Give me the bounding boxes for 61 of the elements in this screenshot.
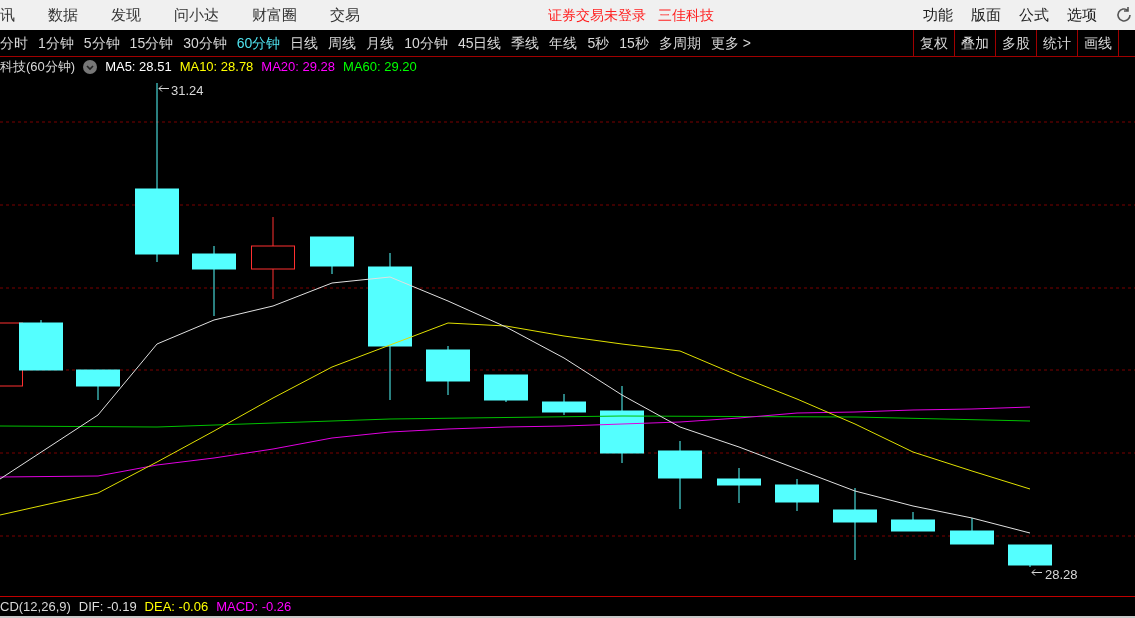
menu-item[interactable]: 数据 xyxy=(48,3,78,27)
candle xyxy=(76,369,120,401)
indicator-value: MA20: 29.28 xyxy=(261,58,336,77)
candle xyxy=(542,393,586,416)
tool-button[interactable]: 多股 xyxy=(996,30,1037,56)
period-tab[interactable]: 10分钟 xyxy=(404,32,448,54)
refresh-icon[interactable] xyxy=(1115,6,1133,24)
menu-item[interactable]: 交易 xyxy=(330,3,360,27)
period-tab[interactable]: 5分钟 xyxy=(83,32,120,54)
menu-item[interactable]: 选项 xyxy=(1067,3,1097,27)
tool-button[interactable]: 叠加 xyxy=(955,30,996,56)
candle xyxy=(1008,544,1052,568)
candle xyxy=(484,374,528,403)
period-tab[interactable]: 分时 xyxy=(0,32,28,54)
indicator-value: DEA: -0.06 xyxy=(144,597,209,616)
candle xyxy=(426,345,470,396)
high-price-label: 31.24 xyxy=(171,82,204,100)
period-tab[interactable]: 5秒 xyxy=(587,32,610,54)
notice-text: 三佳科技 xyxy=(658,5,714,25)
candle xyxy=(775,478,819,512)
period-tab[interactable]: 年线 xyxy=(549,32,578,54)
period-tab[interactable]: 45日线 xyxy=(457,32,502,54)
indicator-value: DIF: -0.19 xyxy=(78,597,137,616)
tool-button[interactable]: 统计 xyxy=(1037,30,1078,56)
menu-item[interactable]: 讯 xyxy=(0,3,15,27)
macd-title: CD(12,26,9) xyxy=(0,597,71,616)
candle xyxy=(310,236,354,275)
candle xyxy=(950,517,994,545)
period-tab[interactable]: 周线 xyxy=(328,32,357,54)
menu-item[interactable]: 问小达 xyxy=(174,3,219,27)
menu-item[interactable]: 发现 xyxy=(111,3,141,27)
menu-item[interactable]: 功能 xyxy=(923,3,953,27)
pointer-arrow-icon xyxy=(158,85,170,92)
menu-item[interactable]: 版面 xyxy=(971,3,1001,27)
chart-title: 科技(60分钟) xyxy=(0,58,76,77)
candle xyxy=(891,511,935,532)
period-tab[interactable]: 1分钟 xyxy=(38,32,74,54)
indicator-value: MACD: -0.26 xyxy=(216,597,292,616)
period-tab[interactable]: 15秒 xyxy=(619,32,649,54)
candle xyxy=(192,245,236,317)
period-tab[interactable]: 30分钟 xyxy=(183,32,227,54)
candle xyxy=(717,467,761,504)
period-tab[interactable]: 更多 > xyxy=(710,32,751,54)
notice-text: 证券交易未登录 xyxy=(548,5,646,25)
candle xyxy=(658,440,702,510)
period-tab[interactable]: 季线 xyxy=(511,32,540,54)
menu-item[interactable]: 公式 xyxy=(1019,3,1049,27)
indicator-value: MA10: 28.78 xyxy=(179,58,254,77)
period-tab[interactable]: 月线 xyxy=(366,32,395,54)
pointer-arrow-icon xyxy=(1031,569,1043,576)
indicator-value: MA60: 29.20 xyxy=(343,58,417,77)
period-tab[interactable]: 日线 xyxy=(290,32,319,54)
dropdown-icon[interactable] xyxy=(83,60,98,74)
low-price-label: 28.28 xyxy=(1045,566,1078,584)
menu-item[interactable]: 财富圈 xyxy=(252,3,297,27)
period-tab[interactable]: 多周期 xyxy=(658,32,701,54)
period-tab[interactable]: 60分钟 xyxy=(236,32,281,54)
tool-button[interactable]: 复权 xyxy=(914,30,955,56)
period-tab[interactable]: 15分钟 xyxy=(129,32,174,54)
indicator-value: MA5: 28.51 xyxy=(105,58,172,77)
tool-button[interactable]: 画线 xyxy=(1078,30,1119,56)
